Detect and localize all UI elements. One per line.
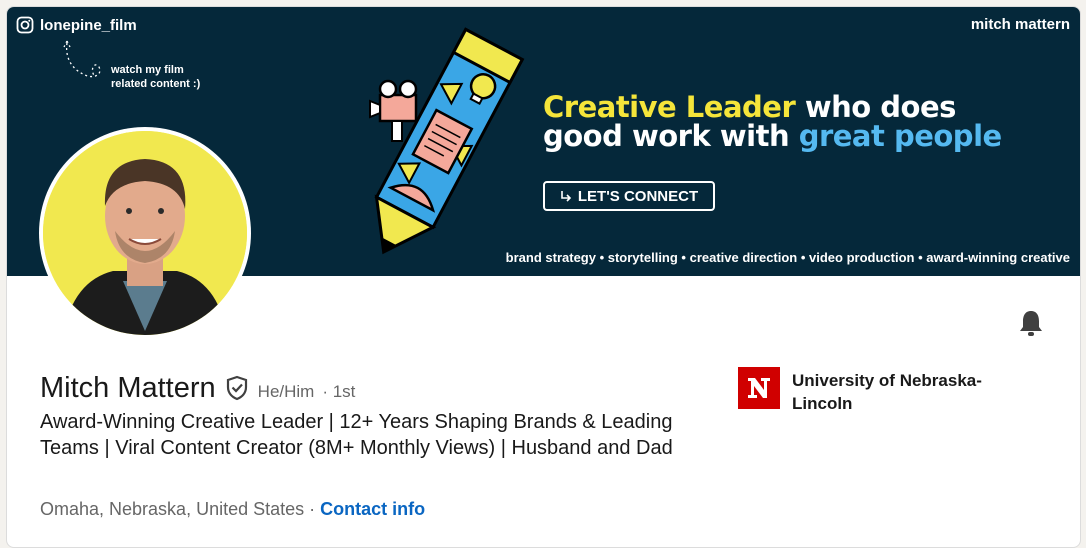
pronouns: He/Him xyxy=(257,382,315,401)
separator: · xyxy=(304,499,321,519)
lets-connect-button: LET'S CONNECT xyxy=(543,181,715,211)
location-row: Omaha, Nebraska, United States · Contact… xyxy=(40,499,425,520)
headline-part3: good work with xyxy=(543,119,799,153)
name-row: Mitch Mattern He/Him · 1st xyxy=(40,371,355,405)
location: Omaha, Nebraska, United States xyxy=(40,499,305,519)
banner-tagline: brand strategy • storytelling • creative… xyxy=(505,250,1070,265)
instagram-handle-text: lonepine_film xyxy=(40,16,137,34)
contact-info-link[interactable]: Contact info xyxy=(320,499,425,519)
bell-icon[interactable] xyxy=(1017,308,1045,338)
connection-degree: · 1st xyxy=(322,382,356,401)
instagram-handle: lonepine_film xyxy=(16,16,137,34)
nebraska-n-logo xyxy=(748,378,770,398)
headline-part4: great people xyxy=(798,119,1002,153)
profile-name: Mitch Mattern xyxy=(40,372,216,404)
profile-photo[interactable] xyxy=(39,127,251,339)
banner-note-line1: watch my film xyxy=(111,64,184,76)
avatar xyxy=(43,131,247,335)
avatar-portrait xyxy=(43,131,247,335)
profile-card: lonepine_film mitch mattern watch my fil… xyxy=(6,6,1081,548)
profile-headline: Award-Winning Creative Leader | 12+ Year… xyxy=(40,411,673,459)
pencil-illustration xyxy=(369,27,525,255)
lets-connect-label: LET'S CONNECT xyxy=(577,187,699,205)
banner-owner-name: mitch mattern xyxy=(970,16,1070,33)
banner-note: watch my film related content :) xyxy=(111,63,200,91)
university-logo xyxy=(738,367,780,409)
education-entry[interactable]: University of Nebraska-Lincoln xyxy=(738,367,1012,415)
school-name: University of Nebraska-Lincoln xyxy=(792,371,982,413)
return-arrow-icon xyxy=(561,191,572,202)
banner-headline: Creative Leader who does good work with … xyxy=(543,93,1002,151)
arrow-doodle-icon xyxy=(63,40,101,78)
shield-check-icon[interactable] xyxy=(224,375,250,401)
banner-note-line2: related content :) xyxy=(111,78,201,90)
instagram-icon xyxy=(16,16,34,34)
